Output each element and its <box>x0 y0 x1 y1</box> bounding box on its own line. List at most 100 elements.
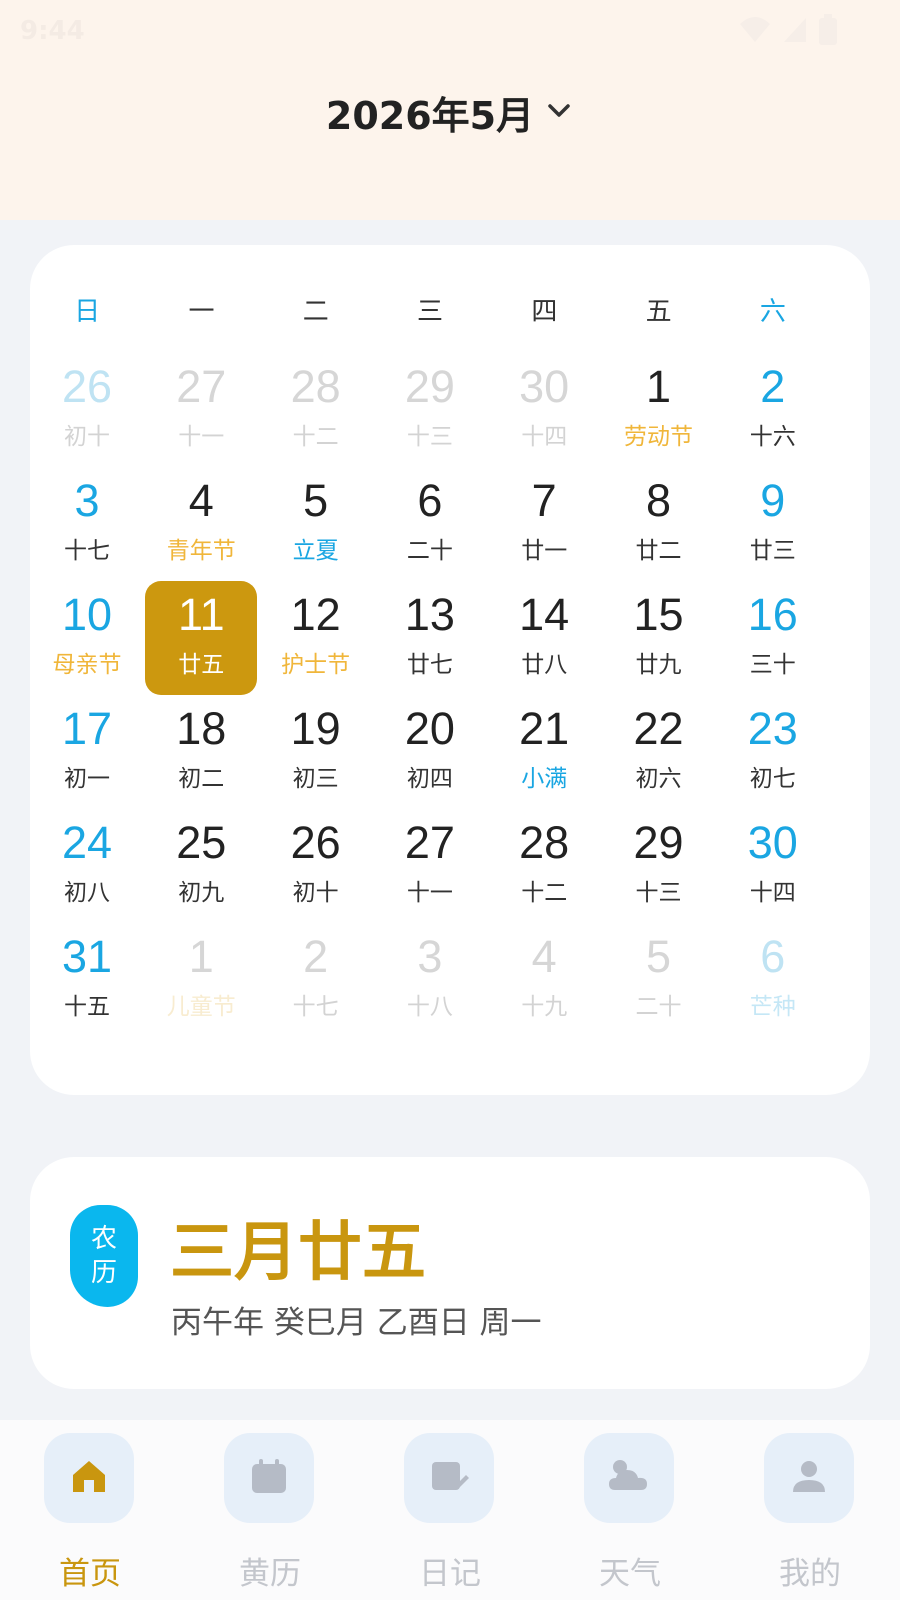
calendar-day[interactable]: 15 廿九 <box>601 581 715 695</box>
calendar-week-row: 17 初一 18 初二 19 初三 20 初四 21 小满 22 初六 23 初七 <box>30 695 870 809</box>
day-lunar-label: 十二 <box>292 424 339 450</box>
calendar-day[interactable]: 8 廿二 <box>601 467 715 581</box>
lunar-badge: 农 历 <box>70 1205 138 1307</box>
lunar-badge-text: 历 <box>90 1258 117 1288</box>
day-number: 2 <box>760 361 786 412</box>
day-number: 13 <box>404 589 455 640</box>
calendar-day[interactable]: 3 十七 <box>30 467 144 581</box>
nav-home[interactable]: 首页 <box>0 1420 180 1600</box>
day-lunar-label: 初十 <box>292 880 339 906</box>
calendar-day[interactable]: 2 十六 <box>716 353 830 467</box>
calendar-day[interactable]: 4 青年节 <box>144 467 258 581</box>
calendar-day[interactable]: 13 廿七 <box>373 581 487 695</box>
calendar-day[interactable]: 27 十一 <box>144 353 258 467</box>
month-picker[interactable]: 2026年5月 <box>0 82 900 142</box>
day-number: 15 <box>633 589 684 640</box>
calendar-day[interactable]: 27 十一 <box>373 809 487 923</box>
day-number: 21 <box>519 703 570 754</box>
calendar-day[interactable]: 28 十二 <box>259 353 373 467</box>
day-lunar-label: 十五 <box>64 994 110 1020</box>
day-lunar-label: 廿五 <box>178 652 225 678</box>
day-lunar-label: 初八 <box>64 880 110 906</box>
day-number: 1 <box>645 361 671 412</box>
day-lunar-label: 十六 <box>749 424 796 450</box>
lunar-info-card[interactable]: 农 历 三月廿五 丙午年 癸巳月 乙酉日 周一 <box>30 1157 870 1389</box>
calendar-week-row: 26 初十 27 十一 28 十二 29 十三 30 十四 1 劳动节 2 十六 <box>30 353 870 467</box>
day-number: 29 <box>633 817 684 868</box>
weekday-label: 日 <box>74 297 101 327</box>
nav-weather[interactable]: 天气 <box>540 1420 720 1600</box>
calendar-day[interactable]: 26 初十 <box>30 353 144 467</box>
calendar-day[interactable]: 6 芒种 <box>716 923 830 1037</box>
calendar-day[interactable]: 22 初六 <box>601 695 715 809</box>
day-number: 28 <box>519 817 570 868</box>
calendar-day-selected[interactable]: 11 廿五 <box>144 581 258 695</box>
calendar-day[interactable]: 6 二十 <box>373 467 487 581</box>
calendar-day[interactable]: 17 初一 <box>30 695 144 809</box>
calendar-day[interactable]: 30 十四 <box>487 353 601 467</box>
day-festival-label: 母亲节 <box>52 652 122 678</box>
calendar-day[interactable]: 1 劳动节 <box>601 353 715 467</box>
calendar-day[interactable]: 1 儿童节 <box>144 923 258 1037</box>
day-number: 1 <box>188 931 214 982</box>
day-number: 6 <box>760 931 786 982</box>
calendar-day[interactable]: 29 十三 <box>601 809 715 923</box>
header: 9:44 2026年5月 <box>0 0 900 220</box>
calendar-day[interactable]: 5 立夏 <box>259 467 373 581</box>
calendar-day[interactable]: 14 廿八 <box>487 581 601 695</box>
calendar-day[interactable]: 5 二十 <box>601 923 715 1037</box>
day-number: 6 <box>417 475 443 526</box>
weekday-label: 四 <box>531 297 558 327</box>
nav-profile[interactable]: 我的 <box>720 1420 900 1600</box>
weekday-label: 五 <box>645 297 672 327</box>
nav-diary[interactable]: 日记 <box>360 1420 540 1600</box>
nav-label: 首页 <box>59 1556 121 1592</box>
calendar-day[interactable]: 25 初九 <box>144 809 258 923</box>
calendar-day[interactable]: 21 小满 <box>487 695 601 809</box>
lunar-ganzhi: 丙午年 癸巳月 乙酉日 周一 <box>171 1305 542 1341</box>
nav-icon-box <box>404 1433 494 1523</box>
calendar-icon <box>249 1456 289 1500</box>
day-lunar-label: 廿七 <box>406 652 453 678</box>
day-lunar-label: 十二 <box>521 880 568 906</box>
nav-label: 日记 <box>419 1556 481 1592</box>
day-number: 7 <box>531 475 557 526</box>
nav-almanac[interactable]: 黄历 <box>180 1420 360 1600</box>
calendar-day[interactable]: 31 十五 <box>30 923 144 1037</box>
profile-icon <box>789 1456 829 1500</box>
calendar-day[interactable]: 26 初十 <box>259 809 373 923</box>
nav-label: 天气 <box>599 1556 661 1592</box>
day-number: 9 <box>760 475 786 526</box>
status-time: 9:44 <box>20 16 85 46</box>
calendar-day[interactable]: 2 十七 <box>259 923 373 1037</box>
day-number: 16 <box>747 589 798 640</box>
calendar-day[interactable]: 28 十二 <box>487 809 601 923</box>
calendar-day[interactable]: 10 母亲节 <box>30 581 144 695</box>
day-number: 14 <box>519 589 570 640</box>
chevron-down-icon <box>544 95 574 129</box>
calendar-day[interactable]: 19 初三 <box>259 695 373 809</box>
calendar-day[interactable]: 23 初七 <box>716 695 830 809</box>
nav-label: 我的 <box>779 1556 841 1592</box>
calendar-day[interactable]: 12 护士节 <box>259 581 373 695</box>
calendar-day[interactable]: 3 十八 <box>373 923 487 1037</box>
day-number: 26 <box>61 361 113 412</box>
calendar-day[interactable]: 7 廿一 <box>487 467 601 581</box>
day-number: 4 <box>531 931 557 982</box>
calendar-day[interactable]: 4 十九 <box>487 923 601 1037</box>
day-lunar-label: 十七 <box>64 538 110 564</box>
status-bar: 9:44 <box>0 0 900 60</box>
calendar-day[interactable]: 18 初二 <box>144 695 258 809</box>
day-lunar-label: 初九 <box>178 880 225 906</box>
day-number: 17 <box>61 703 113 754</box>
day-lunar-label: 十八 <box>406 994 453 1020</box>
day-festival-label: 青年节 <box>166 538 236 564</box>
calendar-day[interactable]: 24 初八 <box>30 809 144 923</box>
calendar-day[interactable]: 16 三十 <box>716 581 830 695</box>
calendar-day[interactable]: 9 廿三 <box>716 467 830 581</box>
calendar-day[interactable]: 20 初四 <box>373 695 487 809</box>
weekday-header: 日 一 二 三 四 五 六 <box>30 287 870 337</box>
calendar-day[interactable]: 30 十四 <box>716 809 830 923</box>
day-lunar-label: 初七 <box>749 766 796 792</box>
calendar-day[interactable]: 29 十三 <box>373 353 487 467</box>
